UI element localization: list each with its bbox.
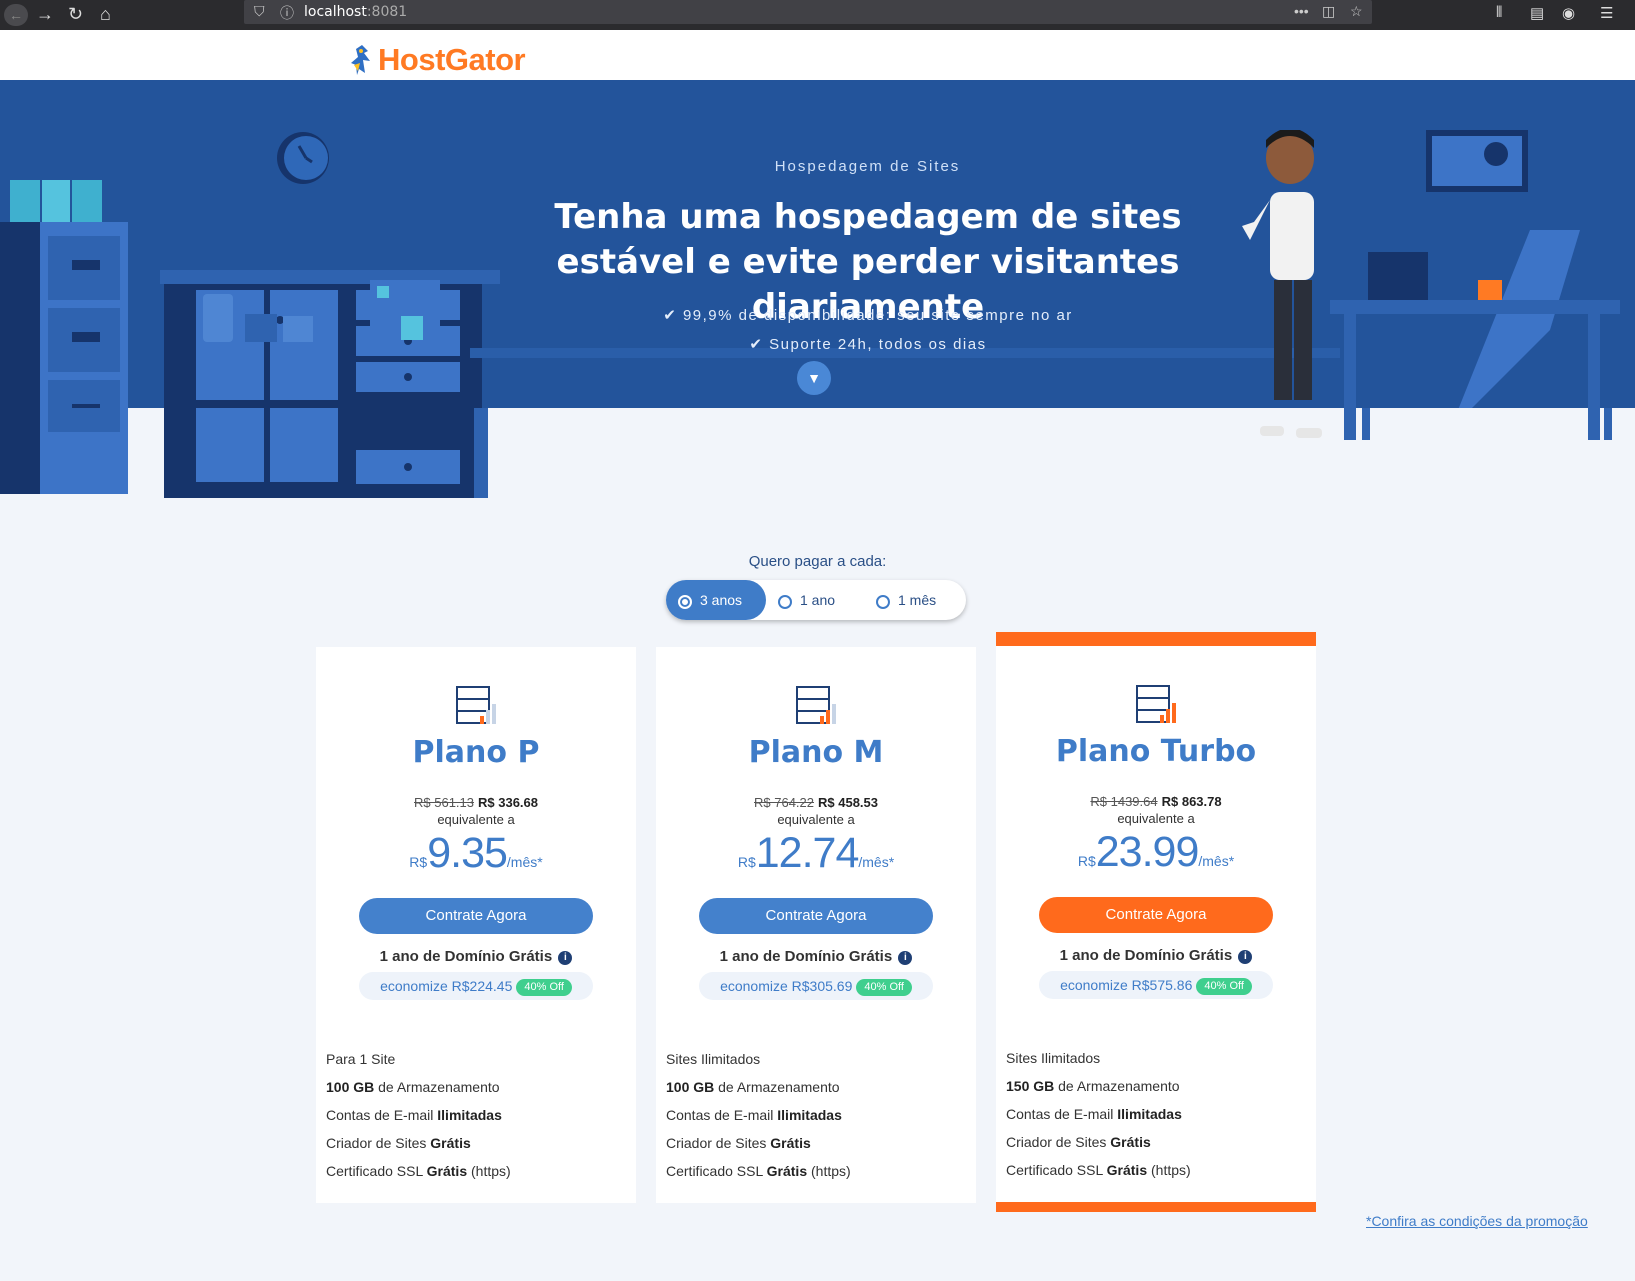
contract-now-button[interactable]: Contrate Agora <box>699 898 933 934</box>
feature-item: Contas de E-mail Ilimitadas <box>1006 1106 1182 1122</box>
library-icon[interactable]: ⫴ <box>1496 4 1502 21</box>
browser-toolbar: ← → ↻ ⌂ ⛉ ⓘ localhost:8081 ••• ◫ ☆ ⫴ ▤ ◉… <box>0 0 1635 30</box>
site-header <box>0 30 1635 80</box>
file-cabinet-illustration <box>0 180 128 408</box>
bookmark-star-icon[interactable]: ☆ <box>1350 3 1363 20</box>
savings-pill: economize R$575.86 40% Off <box>1039 971 1273 999</box>
new-price: R$ 336.68 <box>478 795 538 810</box>
monthly-price: R$12.74/mês* <box>737 829 895 877</box>
billing-option-3-anos[interactable]: 3 anos <box>666 580 766 620</box>
home-icon[interactable]: ⌂ <box>100 4 111 25</box>
feature-item: Contas de E-mail Ilimitadas <box>326 1107 502 1123</box>
hero-subtitle: Hospedagem de Sites <box>774 158 961 175</box>
feature-item: Sites Ilimitados <box>1006 1050 1101 1066</box>
old-price: R$ 561.13 <box>414 795 474 810</box>
server-icon <box>796 686 836 724</box>
more-actions-icon[interactable]: ••• <box>1294 3 1309 19</box>
promo-conditions-link[interactable]: *Confira as condições da promoção <box>1366 1213 1588 1229</box>
feature-item: Certificado SSL Grátis (https) <box>1006 1162 1191 1178</box>
new-price: R$ 863.78 <box>1161 794 1222 809</box>
url-text[interactable]: localhost:8081 <box>304 4 407 20</box>
coffee-machine-illustration <box>203 280 440 342</box>
price-comparison: R$ 764.22 R$ 458.53 <box>656 795 976 810</box>
desk-lower-illustration <box>1260 408 1612 440</box>
old-price: R$ 1439.64 <box>1090 794 1158 809</box>
radio-icon[interactable] <box>876 595 890 609</box>
check-icon: ✔ <box>749 336 764 353</box>
radio-icon[interactable] <box>778 595 792 609</box>
discount-badge: 40% Off <box>516 979 572 996</box>
discount-badge: 40% Off <box>856 979 912 996</box>
check-icon: ✔ <box>663 307 678 324</box>
scroll-down-button[interactable]: ▼ <box>797 361 831 395</box>
feature-item: Contas de E-mail Ilimitadas <box>666 1107 842 1123</box>
feature-list: Sites Ilimitados 100 GB de Armazenamento… <box>666 1045 851 1185</box>
pocket-icon[interactable]: ◫ <box>1322 3 1335 20</box>
feature-item: Criador de Sites Grátis <box>1006 1134 1151 1150</box>
new-price: R$ 458.53 <box>818 795 878 810</box>
equivalent-label: equivalente a <box>777 812 855 827</box>
equivalent-label: equivalente a <box>437 812 515 827</box>
plan-name: Plano M <box>748 735 884 770</box>
old-price: R$ 764.22 <box>754 795 814 810</box>
feature-list: Para 1 Site 100 GB de Armazenamento Cont… <box>326 1045 511 1185</box>
reload-icon[interactable]: ↻ <box>68 4 83 25</box>
billing-period-toggle[interactable]: 3 anos 1 ano 1 mês <box>666 580 966 620</box>
info-icon[interactable]: i <box>1238 950 1253 964</box>
logo-text: HostGator <box>378 42 526 77</box>
monthly-price: R$9.35/mês* <box>409 829 543 877</box>
plan-name: Plano P <box>412 735 540 770</box>
price-comparison: R$ 1439.64 R$ 863.78 <box>996 794 1316 809</box>
plan-name: Plano Turbo <box>1055 734 1257 769</box>
info-icon[interactable]: i <box>898 951 913 965</box>
forward-arrow-icon[interactable]: → <box>36 4 54 25</box>
hero-feature-uptime: ✔ 99,9% de disponibilidade: seu site sem… <box>663 307 1073 324</box>
address-bar[interactable]: ⛉ ⓘ localhost:8081 ••• ◫ ☆ <box>244 0 1372 24</box>
hero-feature-support: ✔ Suporte 24h, todos os dias <box>749 336 987 353</box>
radio-selected-icon[interactable] <box>678 595 692 609</box>
feature-item: Para 1 Site <box>326 1051 396 1067</box>
feature-item: Sites Ilimitados <box>666 1051 761 1067</box>
feature-item: Certificado SSL Grátis (https) <box>666 1163 851 1179</box>
info-icon[interactable]: i <box>558 951 573 965</box>
price-comparison: R$ 561.13 R$ 336.68 <box>316 795 636 810</box>
feature-item: 150 GB de Armazenamento <box>1006 1078 1180 1094</box>
feature-item: 100 GB de Armazenamento <box>326 1079 500 1095</box>
sidebar-icon[interactable]: ▤ <box>1530 4 1544 22</box>
plan-card-turbo: Plano Turbo R$ 1439.64 R$ 863.78 equivale… <box>996 632 1316 1212</box>
chevron-down-icon: ▼ <box>807 370 821 386</box>
equivalent-label: equivalente a <box>1117 811 1195 826</box>
site-info-icon[interactable]: ⓘ <box>280 3 294 23</box>
discount-badge: 40% Off <box>1196 978 1252 995</box>
contract-now-button[interactable]: Contrate Agora <box>1039 897 1273 933</box>
feature-item: 100 GB de Armazenamento <box>666 1079 840 1095</box>
feature-list: Sites Ilimitados 150 GB de Armazenamento… <box>1006 1044 1191 1184</box>
billing-option-1-ano[interactable]: 1 ano <box>778 580 835 620</box>
server-icon <box>456 686 496 724</box>
plan-card-m: Plano M R$ 764.22 R$ 458.53 equivalente a… <box>656 647 976 1203</box>
free-domain-label: 1 ano de Domínio Grátis i <box>996 947 1316 964</box>
hostgator-logo[interactable]: HostGator <box>348 42 526 78</box>
billing-period-label: Quero pagar a cada: <box>748 553 887 570</box>
contract-now-button[interactable]: Contrate Agora <box>359 898 593 934</box>
monthly-price: R$23.99/mês* <box>1077 828 1235 876</box>
shield-icon[interactable]: ⛉ <box>254 3 265 20</box>
menu-icon[interactable]: ☰ <box>1600 4 1613 22</box>
billing-option-1-mes[interactable]: 1 mês <box>876 580 936 620</box>
feature-item: Criador de Sites Grátis <box>666 1135 811 1151</box>
furniture-lower-illustration <box>0 408 488 498</box>
account-icon[interactable]: ◉ <box>1562 4 1575 22</box>
free-domain-label: 1 ano de Domínio Grátis i <box>316 948 636 965</box>
feature-item: Certificado SSL Grátis (https) <box>326 1163 511 1179</box>
savings-pill: economize R$305.69 40% Off <box>699 972 933 1000</box>
gator-mascot-icon <box>351 45 370 75</box>
back-arrow-icon[interactable]: ← <box>4 4 28 26</box>
savings-pill: economize R$224.45 40% Off <box>359 972 593 1000</box>
server-icon <box>1136 685 1176 723</box>
plan-card-p: Plano P R$ 561.13 R$ 336.68 equivalente a… <box>316 647 636 1203</box>
free-domain-label: 1 ano de Domínio Grátis i <box>656 948 976 965</box>
feature-item: Criador de Sites Grátis <box>326 1135 471 1151</box>
